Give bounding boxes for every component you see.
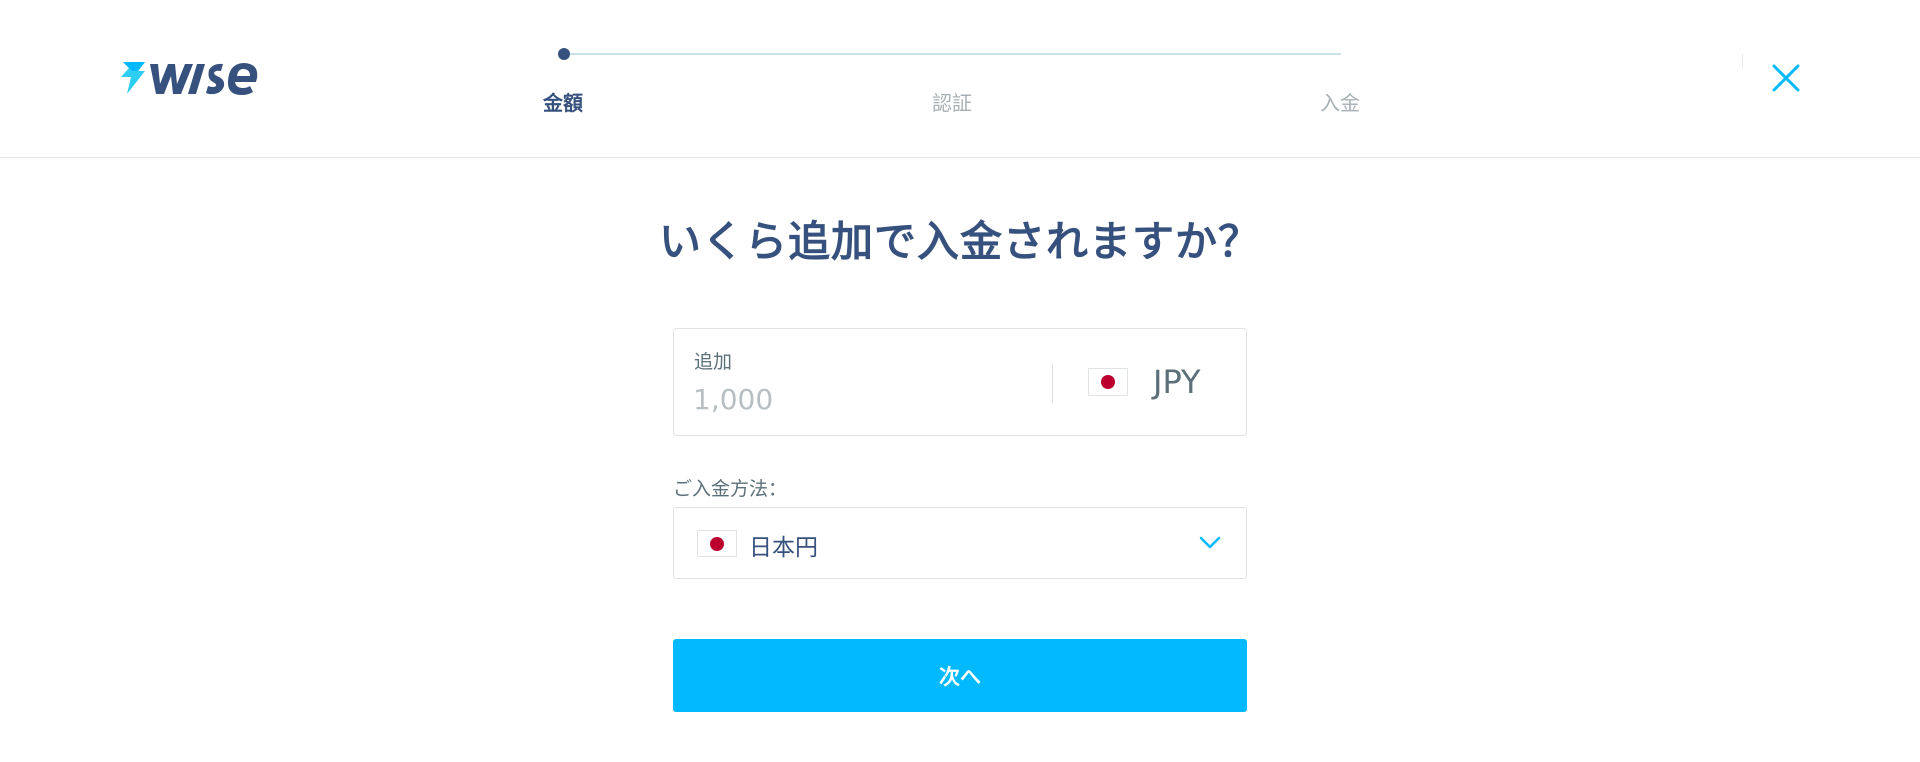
header-divider (1742, 54, 1743, 68)
stepper-track (564, 53, 1341, 55)
amount-input[interactable] (693, 379, 1033, 419)
step-verification: 認証 (932, 91, 972, 115)
top-header: 金額 認証 入金 (0, 0, 1920, 158)
step-amount: 金額 (543, 91, 583, 115)
stepper-current-dot (558, 48, 570, 60)
japan-flag-icon (1088, 368, 1128, 396)
page-title: いくら追加で入金されますか？ (658, 217, 1261, 266)
close-icon (1772, 64, 1800, 92)
progress-stepper: 金額 認証 入金 (543, 44, 1363, 124)
wise-flag-logo-icon (121, 62, 258, 95)
payment-method-select[interactable]: 日本円 (673, 507, 1247, 579)
japan-flag-icon (697, 530, 737, 557)
close-button[interactable] (1768, 60, 1804, 96)
amount-label: 追加 (694, 351, 733, 373)
next-button[interactable]: 次へ (673, 639, 1247, 712)
currency-divider (1052, 363, 1053, 403)
chevron-down-icon (1199, 535, 1221, 551)
amount-field-box: 追加 JPY (673, 328, 1247, 436)
payment-method-label: ご入金方法： (673, 478, 788, 500)
step-deposit: 入金 (1320, 91, 1360, 115)
currency-selector[interactable]: JPY (1088, 355, 1228, 411)
wise-logo[interactable] (117, 58, 262, 98)
currency-code: JPY (1153, 363, 1201, 401)
payment-method-value: 日本円 (749, 535, 818, 561)
